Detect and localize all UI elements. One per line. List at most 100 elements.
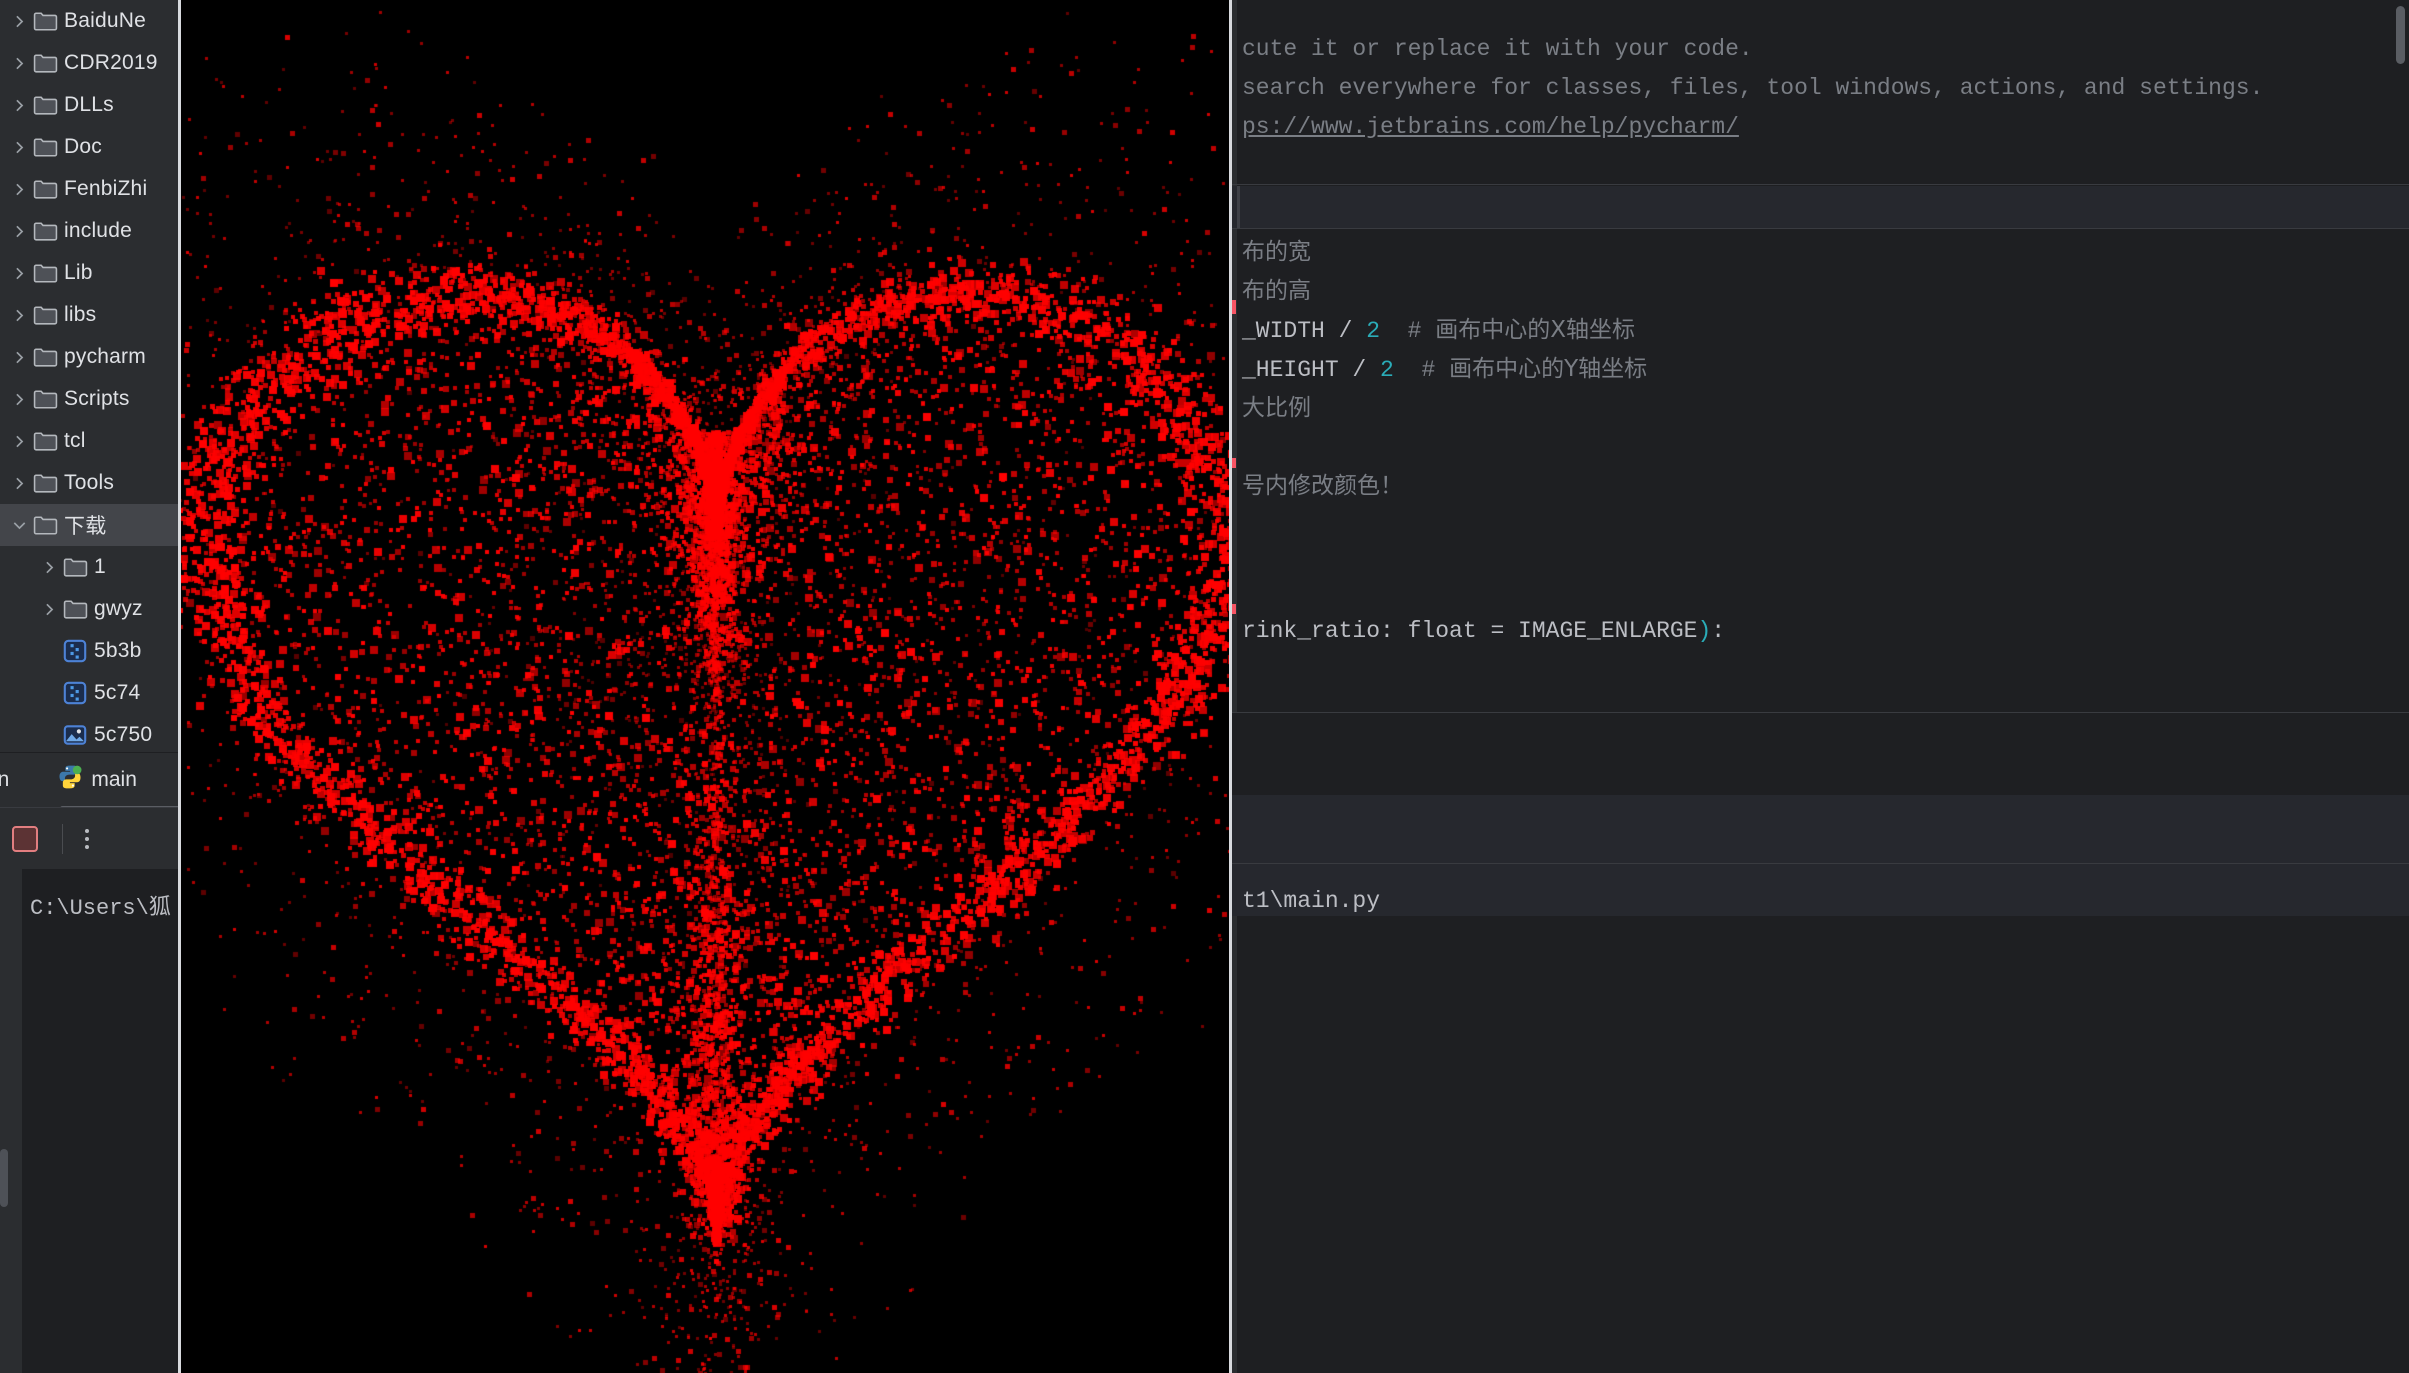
- code-token: 号内修改颜色！: [1242, 473, 1403, 499]
- tree-item-5b3b[interactable]: 5b3b: [0, 630, 178, 672]
- console-scrollbar-thumb[interactable]: [0, 1149, 8, 1207]
- toolbar-divider: [62, 823, 63, 854]
- tree-item-cdr2019[interactable]: CDR2019: [0, 42, 178, 84]
- tree-item-fenbizhi[interactable]: FenbiZhi: [0, 168, 178, 210]
- tree-item-doc[interactable]: Doc: [0, 126, 178, 168]
- run-output-band: [1232, 864, 2409, 916]
- code-token: 布的高: [1242, 278, 1311, 304]
- stop-button[interactable]: [12, 825, 38, 852]
- chevron-right-icon[interactable]: [8, 462, 30, 504]
- chevron-down-icon[interactable]: [8, 504, 30, 546]
- chevron-right-icon[interactable]: [38, 546, 60, 588]
- folder-icon: [30, 0, 60, 42]
- tree-item-scripts[interactable]: Scripts: [0, 378, 178, 420]
- code-line: 布的高: [1242, 271, 1311, 305]
- folder-icon: [60, 588, 90, 630]
- code-line: t1\main.py: [1242, 888, 1380, 914]
- code-token: _WIDTH /: [1242, 318, 1367, 344]
- chevron-right-icon[interactable]: [38, 672, 60, 714]
- chevron-right-icon[interactable]: [8, 420, 30, 462]
- folder-icon: [30, 294, 60, 336]
- code-line: cute it or replace it with your code.: [1242, 36, 1753, 62]
- run-config-tab-main[interactable]: main: [57, 764, 137, 796]
- tree-item-pycharm[interactable]: pycharm: [0, 336, 178, 378]
- tree-item-tcl[interactable]: tcl: [0, 420, 178, 462]
- tree-item-baidune[interactable]: BaiduNe: [0, 0, 178, 42]
- editor-scrollbar-thumb[interactable]: [2396, 6, 2405, 64]
- code-token: :: [1711, 618, 1726, 644]
- tree-item-1[interactable]: 1: [0, 546, 178, 588]
- folder-icon: [30, 168, 60, 210]
- chevron-right-icon[interactable]: [8, 168, 30, 210]
- run-tool-window-tabs[interactable]: un main: [0, 752, 178, 807]
- tree-item-label: tcl: [64, 429, 86, 452]
- code-line: 布的宽: [1242, 232, 1311, 266]
- tree-item-label: Lib: [64, 261, 93, 284]
- more-options-button[interactable]: [85, 828, 89, 849]
- code-token: 2: [1380, 357, 1394, 383]
- editor-separator: [1232, 184, 2409, 185]
- code-token: 大比例: [1242, 395, 1311, 421]
- error-stripe-marker[interactable]: [1232, 300, 1236, 314]
- heart-animation-window[interactable]: [178, 0, 1232, 1373]
- python-icon: [57, 764, 83, 796]
- folder-icon: [30, 378, 60, 420]
- code-token: ps://www.jetbrains.com/help/pycharm/: [1242, 114, 1739, 140]
- chevron-right-icon[interactable]: [8, 126, 30, 168]
- tree-item-label: 5c74: [94, 681, 141, 704]
- tree-item-label: gwyz: [94, 597, 143, 620]
- editor-current-line-highlight: [1232, 186, 2409, 228]
- tree-item-gwyz[interactable]: gwyz: [0, 588, 178, 630]
- chevron-right-icon[interactable]: [8, 252, 30, 294]
- tree-item-label: DLLs: [64, 93, 114, 116]
- folder-icon: [30, 42, 60, 84]
- folder-icon: [30, 420, 60, 462]
- tree-item-tools[interactable]: Tools: [0, 462, 178, 504]
- error-stripe-marker[interactable]: [1232, 604, 1236, 614]
- tree-item-下载[interactable]: 下载: [0, 504, 178, 546]
- folder-icon: [30, 336, 60, 378]
- tree-item-label: FenbiZhi: [64, 177, 148, 200]
- image-file-icon: [60, 714, 90, 756]
- error-stripe-marker[interactable]: [1232, 458, 1236, 468]
- project-file-tree[interactable]: BaiduNe CDR2019 DLLs Doc FenbiZhi include Lib l…: [0, 0, 178, 756]
- tree-item-include[interactable]: include: [0, 210, 178, 252]
- code-token: rink_ratio: float = IMAGE_ENLARGE: [1242, 618, 1698, 644]
- chevron-right-icon[interactable]: [8, 336, 30, 378]
- chevron-right-icon[interactable]: [8, 294, 30, 336]
- run-console-output[interactable]: C:\Users\狐: [0, 869, 178, 1373]
- tree-item-label: libs: [64, 303, 97, 326]
- tree-item-label: pycharm: [64, 345, 146, 368]
- chevron-right-icon[interactable]: [38, 630, 60, 672]
- chevron-right-icon[interactable]: [8, 210, 30, 252]
- tree-item-libs[interactable]: libs: [0, 294, 178, 336]
- tree-item-5c74[interactable]: 5c74: [0, 672, 178, 714]
- chevron-right-icon[interactable]: [8, 84, 30, 126]
- chevron-right-icon[interactable]: [8, 42, 30, 84]
- chevron-right-icon[interactable]: [38, 588, 60, 630]
- code-token: 布的宽: [1242, 239, 1311, 265]
- tree-item-label: 下载: [64, 514, 107, 538]
- tree-item-label: 5b3b: [94, 639, 142, 662]
- code-token: #: [1393, 357, 1450, 383]
- code-line: ps://www.jetbrains.com/help/pycharm/: [1242, 114, 1739, 140]
- folder-icon: [30, 126, 60, 168]
- code-token: cute it or replace it with your code.: [1242, 36, 1753, 62]
- run-toolbar: [0, 807, 178, 869]
- tree-item-dlls[interactable]: DLLs: [0, 84, 178, 126]
- folder-icon: [30, 84, 60, 126]
- chevron-right-icon[interactable]: [8, 0, 30, 42]
- code-token: 画布中心的X轴坐标: [1435, 317, 1636, 343]
- code-line: _HEIGHT / 2 # 画布中心的Y轴坐标: [1242, 349, 1647, 383]
- tree-item-5c750[interactable]: 5c750: [0, 714, 178, 756]
- console-line: C:\Users\狐: [30, 896, 171, 921]
- tree-item-lib[interactable]: Lib: [0, 252, 178, 294]
- folder-icon: [30, 210, 60, 252]
- chevron-right-icon[interactable]: [38, 714, 60, 756]
- tree-item-label: Doc: [64, 135, 102, 158]
- chevron-right-icon[interactable]: [8, 378, 30, 420]
- code-editor[interactable]: cute it or replace it with your code. sea…: [1232, 0, 2409, 1373]
- code-token: ): [1697, 618, 1712, 644]
- folder-icon: [60, 546, 90, 588]
- editor-caret-marker: [1237, 186, 1240, 228]
